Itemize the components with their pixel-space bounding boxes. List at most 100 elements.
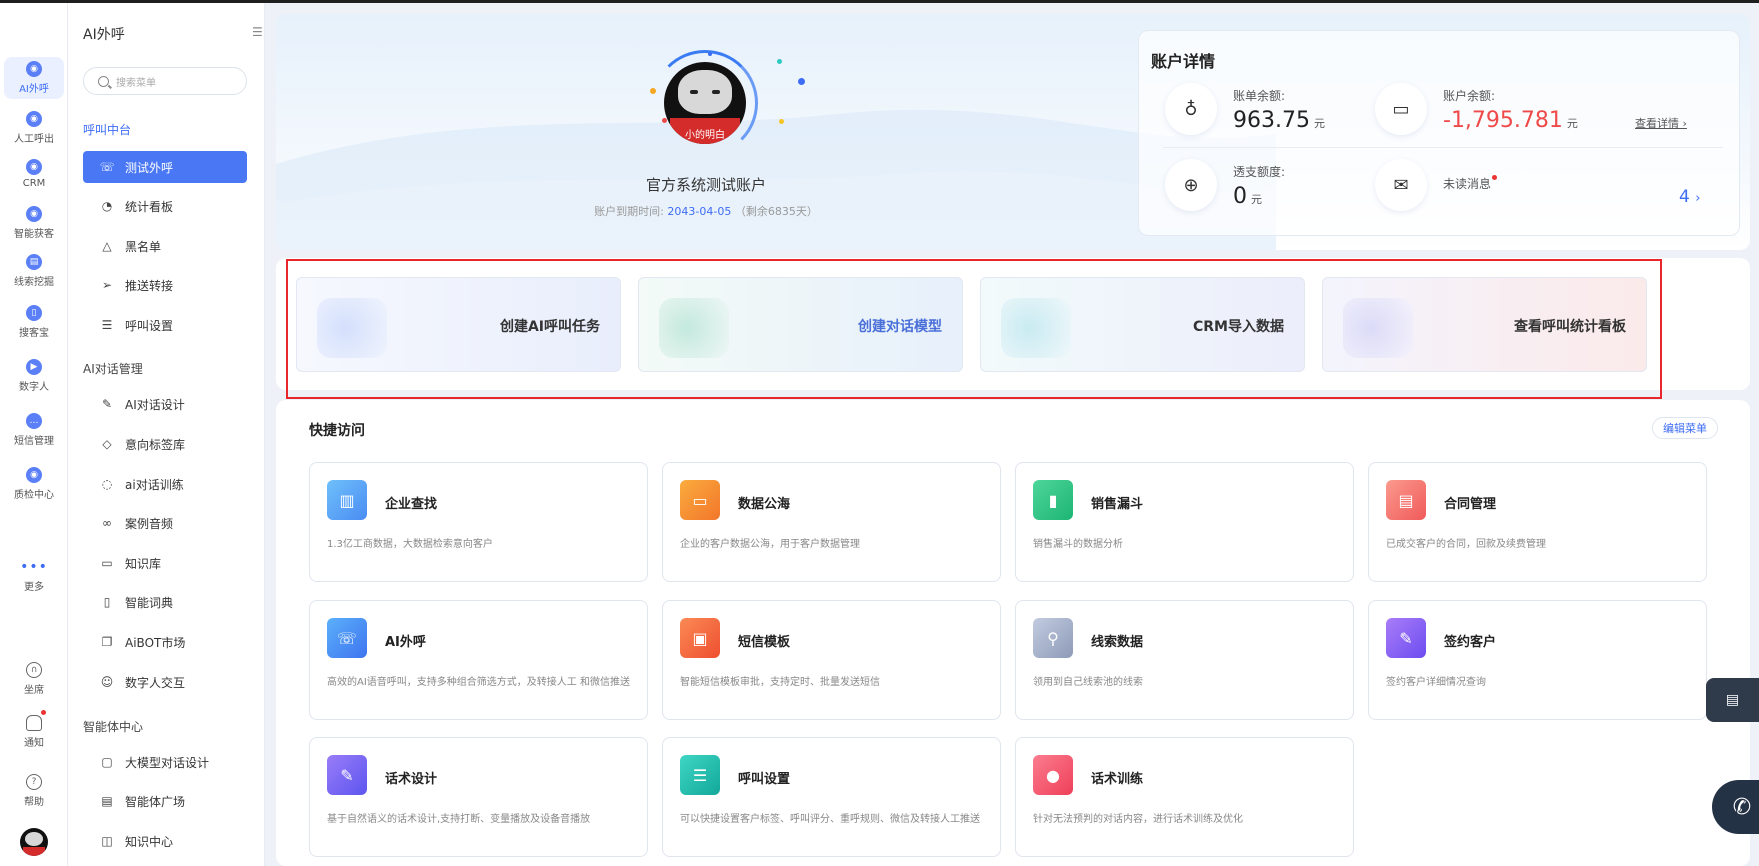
chat-icon: ● [1033, 755, 1073, 795]
menu-search-input[interactable]: 搜索菜单 [83, 67, 247, 95]
tile-desc: 高效的AI语音呼叫，支持多种组合筛选方式，及转接人工 和微信推送 [327, 677, 630, 688]
nav-label: 案例音频 [125, 516, 174, 531]
tile-title: 销售漏斗 [1091, 497, 1144, 512]
edit-menu-button[interactable]: 编辑菜单 [1652, 417, 1718, 439]
rail-label: 更多 [24, 582, 44, 593]
nav-case-audio[interactable]: ∞ 案例音频 [83, 507, 247, 539]
rail-item-more[interactable]: ••• 更多 [4, 559, 64, 593]
user-avatar[interactable] [20, 828, 48, 856]
bill-balance-label: 账单余额: [1233, 89, 1286, 103]
notification-dot [41, 710, 46, 715]
overdraft-label: 透支额度: [1233, 165, 1286, 179]
tile-title: 呼叫设置 [738, 772, 791, 787]
rail-item-lead-mining[interactable]: ▤ 线索挖掘 [4, 254, 64, 288]
tile-ai-call[interactable]: ☏ AI外呼 高效的AI语音呼叫，支持多种组合筛选方式，及转接人工 和微信推送 [309, 600, 648, 720]
nav-blacklist[interactable]: △ 黑名单 [83, 230, 247, 262]
rail-item-seat[interactable]: ∩ 坐席 [4, 662, 64, 696]
unread-messages[interactable]: ✉ 未读消息 [1375, 159, 1498, 211]
rail-item-sms[interactable]: … 短信管理 [4, 413, 64, 447]
tile-desc: 基于自然语义的话术设计,支持打断、变量播放及设备音播放 [327, 814, 591, 825]
tile-desc: 针对无法预判的对话内容，进行话术训练及优化 [1033, 814, 1243, 825]
tile-desc: 已成交客户的合同，回款及续费管理 [1386, 539, 1546, 550]
tile-sms-template[interactable]: ▣ 短信模板 智能短信模板审批，支持定时、批量发送短信 [662, 600, 1001, 720]
tile-data-pool[interactable]: ▭ 数据公海 企业的客户数据公海，用于客户数据管理 [662, 462, 1001, 582]
more-icon: ••• [20, 559, 48, 575]
tile-title: 数据公海 [738, 497, 791, 512]
nav-aibot-market[interactable]: ❐ AiBOT市场 [83, 626, 247, 658]
tile-script-design[interactable]: ✎ 话术设计 基于自然语义的话术设计,支持打断、变量播放及设备音播放 [309, 737, 648, 857]
nav-intent-tags[interactable]: ◇ 意向标签库 [83, 428, 247, 460]
nav-digital-human-interaction[interactable]: ☺ 数字人交互 [83, 666, 247, 698]
tile-signed-customers[interactable]: ✎ 签约客户 签约客户详细情况查询 [1368, 600, 1707, 720]
rail-item-digital-human[interactable]: ▶ 数字人 [4, 359, 64, 393]
money-bag-icon: ♁ [1165, 83, 1217, 135]
nav-agent-plaza[interactable]: ▤ 智能体广场 [83, 785, 247, 817]
group-call-center[interactable]: 呼叫中台 [83, 121, 131, 138]
rail-item-customer-acquisition[interactable]: ◉ 智能获客 [4, 206, 64, 240]
nav-stats-board[interactable]: ◔ 统计看板 [83, 190, 247, 222]
wallet-icon: ▭ [1375, 83, 1427, 135]
rail-label: 坐席 [24, 685, 44, 696]
bar-chart-icon: ▮ [1033, 480, 1073, 520]
phone-icon: ☏ [327, 618, 367, 658]
search-placeholder: 搜索菜单 [116, 77, 156, 89]
quick-access-panel: 快捷访问 编辑菜单 ▥ 企业查找 1.3亿工商数据，大数据检索意向客户 ▭ 数据… [276, 400, 1750, 866]
rail-item-help[interactable]: ? 帮助 [4, 774, 64, 808]
bell-icon [26, 715, 42, 731]
softphone-button[interactable]: ✆ [1712, 780, 1759, 834]
tile-sales-funnel[interactable]: ▮ 销售漏斗 销售漏斗的数据分析 [1015, 462, 1354, 582]
account-balance-label: 账户余额: [1443, 89, 1496, 103]
windows-icon: ❐ [101, 635, 113, 649]
edit-icon: ✎ [327, 755, 367, 795]
group-agent-center[interactable]: 智能体中心 [83, 718, 143, 735]
chat-box-icon: ▢ [101, 755, 113, 769]
view-details-link[interactable]: 查看详情 › [1635, 115, 1687, 131]
rail-label: 人工呼出 [14, 134, 54, 145]
rail-item-crm[interactable]: ◉ CRM [4, 159, 64, 189]
tile-title: 签约客户 [1444, 635, 1497, 650]
building-icon: ▥ [327, 480, 367, 520]
tile-contract-management[interactable]: ▤ 合同管理 已成交客户的合同，回款及续费管理 [1368, 462, 1707, 582]
rail-label: 通知 [24, 738, 44, 749]
rail-item-manual-call[interactable]: ◉ 人工呼出 [4, 111, 64, 145]
nav-test-call[interactable]: ☏ 测试外呼 [83, 151, 247, 183]
bill-balance-value: 963.75 [1233, 108, 1310, 133]
unread-count[interactable]: 4 › [1679, 187, 1700, 207]
nav-label: 统计看板 [125, 199, 174, 214]
nav-ai-dialog-training[interactable]: ◌ ai对话训练 [83, 468, 247, 500]
collapse-menu-icon[interactable]: ☰ [252, 25, 263, 39]
laptop-icon: ▭ [101, 556, 113, 570]
tile-script-training[interactable]: ● 话术训练 针对无法预判的对话内容，进行话术训练及优化 [1015, 737, 1354, 857]
account-details-panel: 账户详情 ♁ 账单余额: 963.75 元 ▭ 账户余额: -1,795.781 元… [1138, 30, 1740, 236]
rail-item-quality-check[interactable]: ◉ 质检中心 [4, 467, 64, 501]
rail-item-search-customer[interactable]: ▯ 搜客宝 [4, 305, 64, 339]
account-balance: ▭ 账户余额: -1,795.781 元 [1375, 83, 1578, 135]
nav-push-transfer[interactable]: ➢ 推送转接 [83, 269, 247, 301]
voicemail-icon: ∞ [102, 516, 112, 530]
nav-smart-dictionary[interactable]: ▯ 智能词典 [83, 586, 247, 618]
feedback-chat-button[interactable]: ▤ [1706, 678, 1759, 722]
tile-call-settings[interactable]: ☰ 呼叫设置 可以快捷设置客户标签、呼叫评分、重呼规则、微信及转接人工推送 [662, 737, 1001, 857]
robot-icon: ☺ [100, 675, 114, 689]
nav-call-settings[interactable]: ☰ 呼叫设置 [83, 309, 247, 341]
tile-company-search[interactable]: ▥ 企业查找 1.3亿工商数据，大数据检索意向客户 [309, 462, 648, 582]
chat-bubble-icon: ◌ [101, 477, 113, 491]
account-avatar[interactable]: 小的明白 [646, 44, 764, 162]
nav-label: AI对话设计 [125, 397, 185, 412]
crm-icon: ◉ [26, 159, 42, 175]
expiry-date: 2043-04-05 [667, 205, 732, 218]
nav-ai-dialog-design[interactable]: ✎ AI对话设计 [83, 388, 247, 420]
nav-knowledge-base[interactable]: ▭ 知识库 [83, 547, 247, 579]
send-icon: ➢ [101, 278, 113, 292]
rail-item-notify[interactable]: 通知 [4, 715, 64, 749]
nav-label: 意向标签库 [125, 437, 186, 452]
rail-item-ai-call[interactable]: ◉ AI外呼 [4, 57, 64, 99]
tile-lead-data[interactable]: ⚲ 线索数据 领用到自己线索池的线索 [1015, 600, 1354, 720]
nav-llm-dialog-design[interactable]: ▢ 大模型对话设计 [83, 746, 247, 778]
rail-label: 智能获客 [14, 229, 54, 240]
phone-icon: ✆ [1732, 794, 1752, 820]
nav-label: 智能体广场 [125, 794, 186, 809]
nav-knowledge-center[interactable]: ◫ 知识中心 [83, 825, 247, 857]
message-icon: ▣ [680, 618, 720, 658]
group-ai-dialog[interactable]: AI对话管理 [83, 360, 143, 377]
